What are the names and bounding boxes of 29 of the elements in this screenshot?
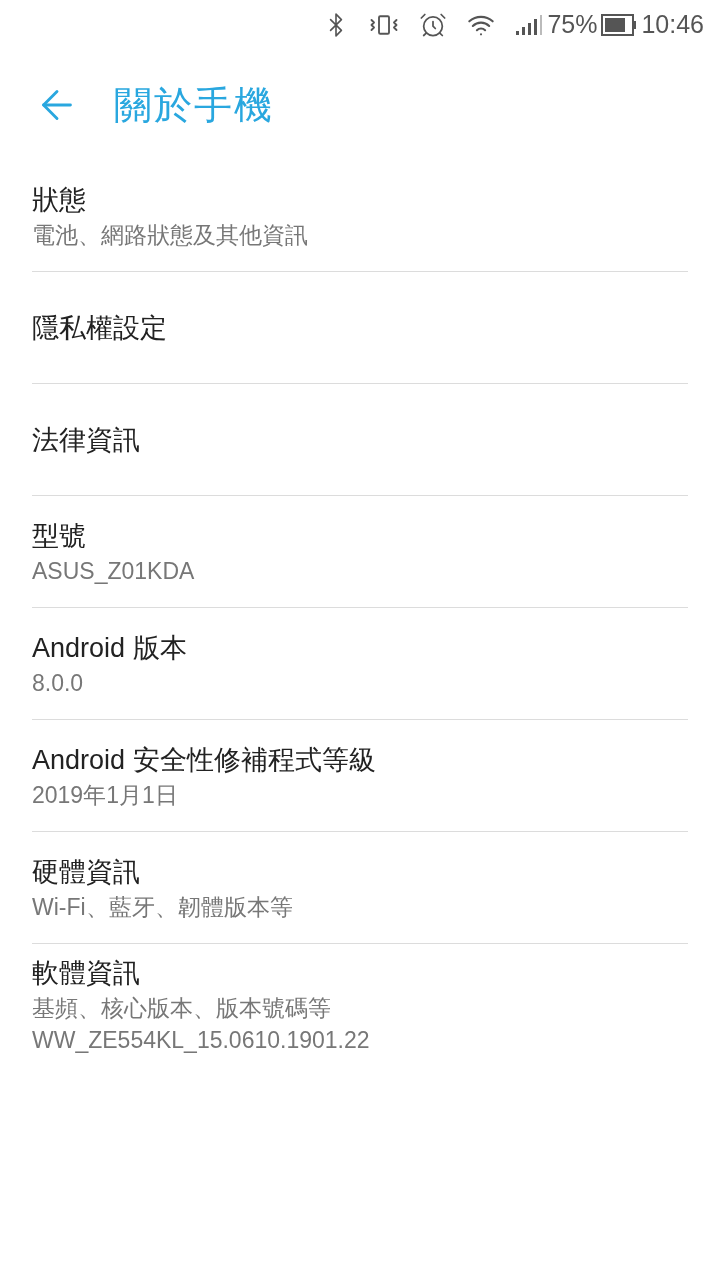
settings-item[interactable]: 軟體資訊 基頻、核心版本、版本號碼等 WW_ZE554KL_15.0610.1901.22 xyxy=(32,944,688,1066)
settings-item[interactable]: Android 版本 8.0.0 xyxy=(32,608,688,720)
item-summary: 8.0.0 xyxy=(32,668,85,698)
item-summary: ASUS_Z01KDA xyxy=(32,556,196,586)
settings-item[interactable]: 法律資訊 xyxy=(32,384,688,496)
item-title: 法律資訊 xyxy=(32,423,141,457)
item-title: 軟體資訊 xyxy=(32,957,141,990)
settings-item[interactable]: 型號 ASUS_Z01KDA xyxy=(32,496,688,608)
item-title: 狀態 xyxy=(32,183,87,217)
item-summary: Wi-Fi、藍牙、韌體版本等 xyxy=(32,892,294,922)
item-summary: 電池、網路狀態及其他資訊 xyxy=(32,220,309,250)
item-summary: 2019年1月1日 xyxy=(32,780,179,810)
item-title: 隱私權設定 xyxy=(32,311,168,345)
item-title: 型號 xyxy=(32,519,87,553)
item-title: Android 版本 xyxy=(32,631,188,665)
settings-item[interactable]: 隱私權設定 xyxy=(32,272,688,384)
settings-item[interactable]: 狀態 電池、網路狀態及其他資訊 xyxy=(32,160,688,272)
signal-icon xyxy=(515,14,544,36)
battery-icon xyxy=(601,14,638,36)
item-title: 硬體資訊 xyxy=(32,855,141,889)
alarm-icon xyxy=(419,11,448,39)
item-summary: 基頻、核心版本、版本號碼等 xyxy=(32,994,332,1023)
item-title: Android 安全性修補程式等級 xyxy=(32,743,377,777)
page-title: 關於手機 xyxy=(114,82,274,128)
clock-time: 10:46 xyxy=(641,9,704,41)
settings-item[interactable]: Android 安全性修補程式等級 2019年1月1日 xyxy=(32,720,688,832)
battery-percent: 75% xyxy=(547,9,598,41)
item-summary: WW_ZE554KL_15.0610.1901.22 xyxy=(32,1026,371,1055)
settings-item[interactable]: 硬體資訊 Wi-Fi、藍牙、韌體版本等 xyxy=(32,832,688,944)
